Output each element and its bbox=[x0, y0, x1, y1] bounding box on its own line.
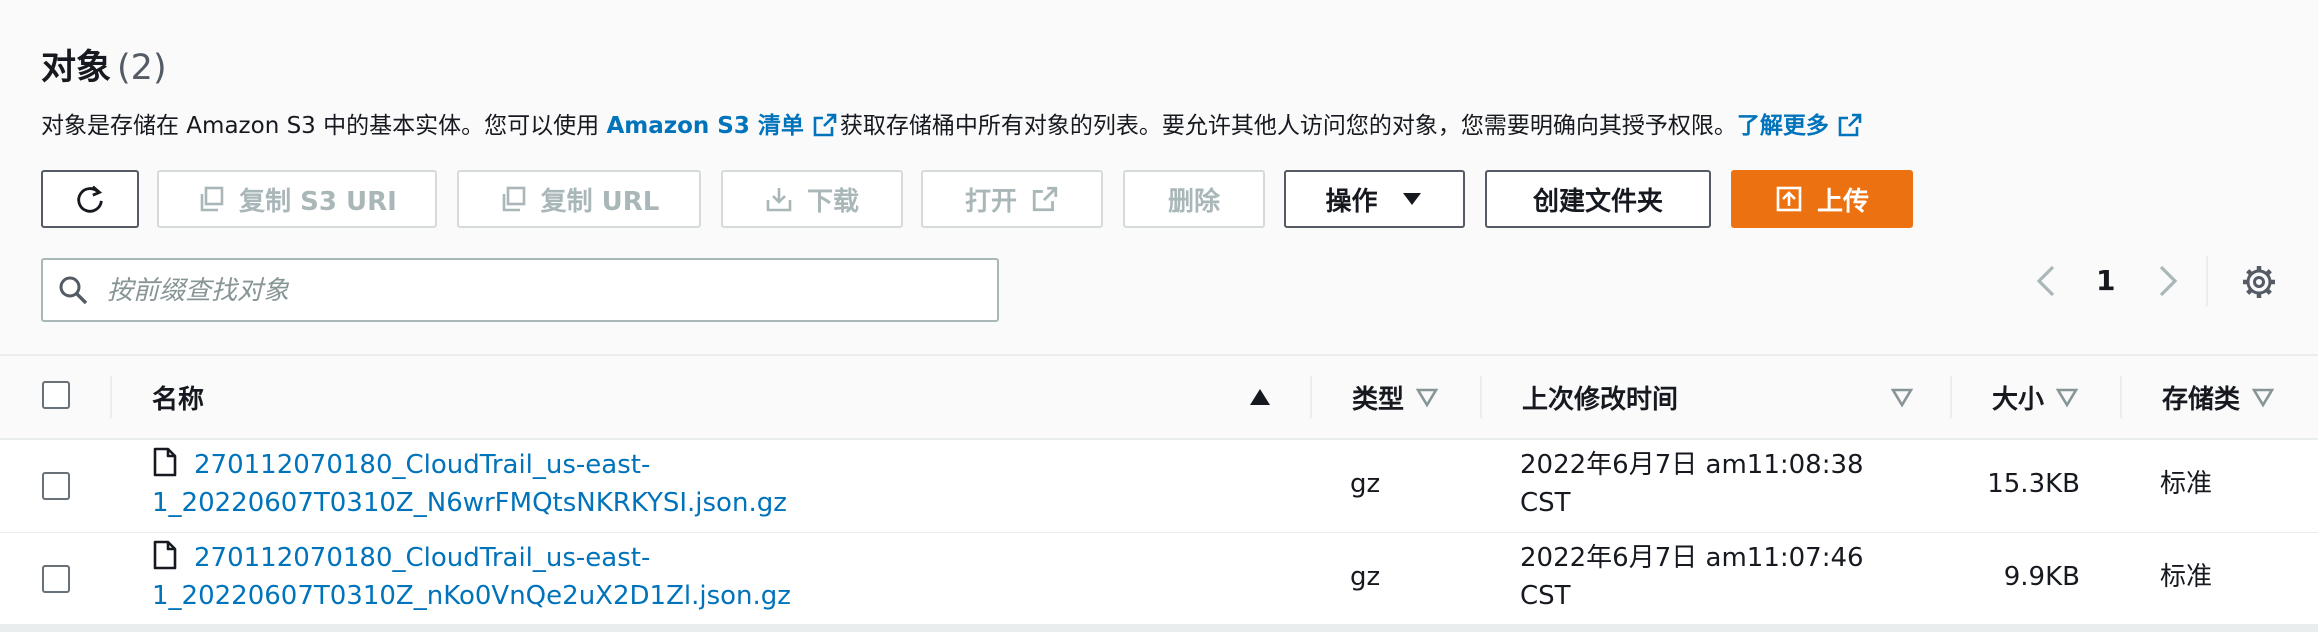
table-header: 名称 类型 上次修改时间 大小 存储类 bbox=[0, 356, 2318, 440]
page-title-text: 对象 bbox=[41, 48, 112, 88]
caret-down-icon bbox=[1402, 193, 1421, 205]
copy-url-label: 复制 URL bbox=[540, 186, 660, 217]
description-text-1: 对象是存储在 Amazon S3 中的基本实体。您可以使用 bbox=[41, 113, 607, 139]
object-last-modified: 2022年6月7日 am11:07:46 CST bbox=[1520, 539, 1864, 615]
copy-icon bbox=[200, 186, 224, 212]
column-header-size[interactable]: 大小 bbox=[1992, 356, 2079, 438]
sort-icon bbox=[2252, 388, 2275, 408]
table-row[interactable]: 270112070180_CloudTrail_us-east- 1_20220… bbox=[0, 533, 2318, 627]
open-button[interactable]: 打开 bbox=[921, 170, 1103, 228]
column-type-label: 类型 bbox=[1352, 384, 1405, 415]
delete-button[interactable]: 删除 bbox=[1123, 170, 1265, 228]
select-all-checkbox[interactable] bbox=[42, 381, 70, 409]
copy-icon bbox=[502, 186, 525, 212]
sort-icon bbox=[1416, 388, 1439, 408]
object-size: 15.3KB bbox=[1987, 469, 2080, 499]
chevron-left-icon[interactable] bbox=[2030, 263, 2066, 299]
row-checkbox[interactable] bbox=[42, 565, 70, 593]
learn-more-link[interactable]: 了解更多 bbox=[1737, 113, 1829, 139]
chevron-right-icon[interactable] bbox=[2148, 263, 2184, 299]
current-page[interactable]: 1 bbox=[2096, 262, 2115, 300]
column-header-type[interactable]: 类型 bbox=[1352, 356, 1439, 438]
object-size: 9.9KB bbox=[2003, 562, 2080, 592]
sort-icon bbox=[2056, 388, 2079, 408]
last-modified-line2: CST bbox=[1520, 488, 1571, 518]
object-name-line2[interactable]: 1_20220607T0310Z_N6wrFMQtsNKRKYSI.json.g… bbox=[152, 484, 787, 522]
object-last-modified: 2022年6月7日 am11:08:38 CST bbox=[1520, 446, 1864, 522]
open-label: 打开 bbox=[964, 186, 1017, 217]
object-type: gz bbox=[1350, 469, 1381, 499]
column-storage-class-label: 存储类 bbox=[2162, 384, 2241, 415]
create-folder-button[interactable]: 创建文件夹 bbox=[1485, 170, 1711, 228]
copy-s3-uri-button[interactable]: 复制 S3 URI bbox=[157, 170, 437, 228]
last-modified-line1: 2022年6月7日 am11:08:38 bbox=[1520, 450, 1864, 480]
copy-s3-uri-label: 复制 S3 URI bbox=[239, 186, 397, 217]
object-storage-class: 标准 bbox=[2160, 469, 2213, 499]
actions-label: 操作 bbox=[1325, 186, 1378, 217]
objects-panel: 对象 (2) 对象是存储在 Amazon S3 中的基本实体。您可以使用 Amaz… bbox=[0, 0, 2318, 632]
download-icon bbox=[766, 188, 792, 212]
search-input[interactable] bbox=[105, 268, 979, 314]
description-text-2: 获取存储桶中所有对象的列表。要允许其他人访问您的对象，您需要明确向其授予权限。 bbox=[839, 113, 1737, 139]
column-separator bbox=[1310, 376, 1312, 418]
column-separator bbox=[1480, 376, 1482, 418]
object-name-line1[interactable]: 270112070180_CloudTrail_us-east- bbox=[194, 450, 650, 480]
table-row[interactable]: 270112070180_CloudTrail_us-east- 1_20220… bbox=[0, 440, 2318, 534]
last-modified-line2: CST bbox=[1520, 581, 1571, 611]
external-link-icon bbox=[1032, 186, 1058, 212]
object-name-link[interactable]: 270112070180_CloudTrail_us-east- 1_20220… bbox=[152, 539, 791, 615]
description: 对象是存储在 Amazon S3 中的基本实体。您可以使用 Amazon S3 … bbox=[41, 108, 1865, 144]
refresh-icon bbox=[77, 185, 103, 213]
external-link-icon[interactable] bbox=[1837, 112, 1863, 138]
external-link-icon[interactable] bbox=[812, 112, 838, 138]
column-separator bbox=[110, 376, 112, 418]
column-header-storage-class[interactable]: 存储类 bbox=[2162, 356, 2275, 438]
column-size-label: 大小 bbox=[1992, 384, 2045, 415]
upload-label: 上传 bbox=[1816, 186, 1869, 217]
download-label: 下载 bbox=[806, 186, 859, 217]
column-name-label: 名称 bbox=[152, 384, 205, 415]
file-icon bbox=[153, 540, 177, 570]
create-folder-label: 创建文件夹 bbox=[1532, 186, 1663, 217]
upload-button[interactable]: 上传 bbox=[1731, 170, 1913, 228]
upload-icon bbox=[1776, 186, 1802, 212]
object-name-line1[interactable]: 270112070180_CloudTrail_us-east- bbox=[194, 543, 650, 573]
actions-dropdown-button[interactable]: 操作 bbox=[1284, 170, 1465, 228]
object-storage-class: 标准 bbox=[2160, 562, 2213, 592]
object-type: gz bbox=[1350, 562, 1381, 592]
sort-ascending-icon[interactable] bbox=[1249, 386, 1271, 408]
divider bbox=[2206, 256, 2208, 306]
object-count: (2) bbox=[117, 48, 167, 88]
delete-label: 删除 bbox=[1167, 186, 1220, 217]
search-icon bbox=[59, 276, 88, 305]
object-name-line2[interactable]: 1_20220607T0310Z_nKo0VnQe2uX2D1Zl.json.g… bbox=[152, 577, 791, 615]
column-last-modified-label: 上次修改时间 bbox=[1522, 384, 1679, 415]
page-title: 对象 (2) bbox=[41, 44, 167, 92]
object-name-link[interactable]: 270112070180_CloudTrail_us-east- 1_20220… bbox=[152, 446, 787, 522]
gear-icon[interactable] bbox=[2240, 263, 2278, 301]
table-bottom-border bbox=[0, 624, 2318, 632]
refresh-button[interactable] bbox=[41, 170, 139, 228]
download-button[interactable]: 下载 bbox=[721, 170, 903, 228]
column-separator bbox=[1950, 376, 1952, 418]
row-checkbox[interactable] bbox=[42, 472, 70, 500]
column-separator bbox=[2120, 376, 2122, 418]
sort-icon[interactable] bbox=[1891, 386, 1913, 408]
last-modified-line1: 2022年6月7日 am11:07:46 bbox=[1520, 543, 1864, 573]
file-icon bbox=[153, 447, 177, 477]
column-header-last-modified[interactable]: 上次修改时间 bbox=[1522, 356, 1678, 438]
inventory-link[interactable]: Amazon S3 清单 bbox=[606, 113, 803, 139]
search-box[interactable] bbox=[41, 258, 999, 322]
column-header-name[interactable]: 名称 bbox=[152, 356, 204, 438]
copy-url-button[interactable]: 复制 URL bbox=[457, 170, 701, 228]
